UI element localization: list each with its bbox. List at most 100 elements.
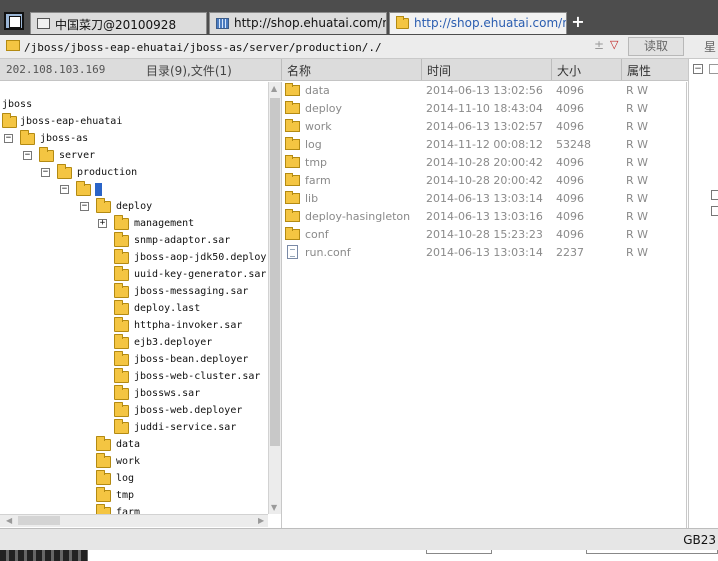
folder-icon <box>285 155 300 168</box>
scroll-up-icon[interactable]: ▲ <box>271 84 277 93</box>
folder-icon <box>114 232 129 247</box>
tree-node-label: juddi-service.sar <box>134 422 237 433</box>
directory-tree: jboss jboss-eap-ehuatai − jboss-as − ser… <box>0 82 282 528</box>
file-attr: R W <box>626 228 649 241</box>
column-divider[interactable] <box>421 59 422 80</box>
file-row[interactable]: lib 2014-06-13 13:03:14 4096 R W <box>282 190 682 208</box>
folder-icon <box>114 283 129 298</box>
taskbar-button[interactable] <box>586 550 718 554</box>
column-header-size[interactable]: 大小 <box>557 62 581 79</box>
tree-node-label: server <box>59 150 96 161</box>
file-size: 4096 <box>556 84 584 97</box>
tree-node-label: data <box>116 439 141 450</box>
folder-icon <box>114 266 129 281</box>
tree-node-label: tmp <box>116 490 135 501</box>
tree-node-label: jboss-bean.deployer <box>134 354 249 365</box>
folder-icon <box>114 334 129 349</box>
window-icon[interactable] <box>711 206 718 216</box>
folder-icon <box>76 181 91 196</box>
window-icon[interactable] <box>4 12 24 30</box>
file-time: 2014-11-12 00:08:12 <box>426 138 543 151</box>
column-header-name[interactable]: 名称 <box>287 62 311 79</box>
file-attr: R W <box>626 174 649 187</box>
file-row[interactable]: tmp 2014-10-28 20:00:42 4096 R W <box>282 154 682 172</box>
file-row[interactable]: log 2014-11-12 00:08:12 53248 R W <box>282 136 682 154</box>
tree-node-label: jboss-aop-jdk50.deploy <box>134 252 267 263</box>
column-divider[interactable] <box>551 59 552 80</box>
tree-horizontal-scroll-thumb[interactable] <box>18 516 60 525</box>
file-attr: R W <box>626 246 649 259</box>
file-time: 2014-10-28 20:00:42 <box>426 156 543 169</box>
folder-icon <box>96 470 111 485</box>
collapse-icon[interactable]: − <box>23 151 32 160</box>
tab-shop-folder[interactable]: http://shop.ehuatai.com/myn... <box>389 12 567 34</box>
file-size: 4096 <box>556 210 584 223</box>
tab-strip: 中国菜刀@20100928 http://shop.ehuatai.com/my… <box>0 0 718 35</box>
column-divider[interactable] <box>621 59 622 80</box>
close-icon[interactable] <box>711 190 718 200</box>
folder-icon <box>114 215 129 230</box>
file-attr: R W <box>626 138 649 151</box>
taskbar-strip <box>0 550 718 561</box>
file-icon <box>287 245 298 259</box>
tab-caidao[interactable]: 中国菜刀@20100928 <box>30 12 207 34</box>
file-row[interactable]: deploy 2014-11-10 18:43:04 4096 R W <box>282 100 682 118</box>
collapse-icon[interactable]: − <box>80 202 89 211</box>
file-row[interactable]: run.conf 2014-06-13 13:03:14 2237 R W <box>282 244 682 262</box>
collapse-icon[interactable]: − <box>60 185 69 194</box>
column-header-time[interactable]: 时间 <box>427 62 451 79</box>
taskbar-button[interactable] <box>426 550 492 554</box>
folder-icon <box>285 83 300 96</box>
side-panel: − <box>688 59 718 528</box>
tree-node-label: httpha-invoker.sar <box>134 320 243 331</box>
tree-node-label: production <box>77 167 138 178</box>
file-attr: R W <box>626 210 649 223</box>
file-time: 2014-06-13 13:02:56 <box>426 84 543 97</box>
folder-icon <box>396 16 409 29</box>
image-icon <box>216 18 229 29</box>
tab-shop-image[interactable]: http://shop.ehuatai.com/myn... <box>209 12 387 34</box>
folder-icon <box>114 351 129 366</box>
column-header-attr[interactable]: 属性 <box>627 62 651 79</box>
file-row[interactable]: farm 2014-10-28 20:00:42 4096 R W <box>282 172 682 190</box>
new-tab-button[interactable]: + <box>570 12 586 32</box>
page-icon <box>37 18 50 29</box>
tree-node-label: jboss-web.deployer <box>134 405 243 416</box>
file-row[interactable]: conf 2014-10-28 15:23:23 4096 R W <box>282 226 682 244</box>
file-row[interactable]: data 2014-06-13 13:02:56 4096 R W <box>282 82 682 100</box>
expand-icon[interactable]: + <box>98 219 107 228</box>
collapse-icon[interactable]: − <box>41 168 50 177</box>
address-bar: ± ▽ 读取 星 <box>0 35 718 59</box>
file-name: run.conf <box>305 246 351 259</box>
scroll-right-icon[interactable]: ▶ <box>258 516 264 525</box>
tree-node-label: deploy.last <box>134 303 201 314</box>
file-name: log <box>305 138 322 151</box>
tree-node-label: management <box>134 218 195 229</box>
checkbox-icon[interactable] <box>709 64 718 74</box>
chevron-down-icon[interactable]: ▽ <box>610 38 618 51</box>
file-size: 4096 <box>556 192 584 205</box>
file-row[interactable]: work 2014-06-13 13:02:57 4096 R W <box>282 118 682 136</box>
encoding-label[interactable]: GB23 <box>683 533 716 547</box>
file-size: 4096 <box>556 120 584 133</box>
file-attr: R W <box>626 120 649 133</box>
tab-label: 中国菜刀@20100928 <box>55 18 177 32</box>
collapse-icon[interactable]: − <box>693 64 703 74</box>
tree-node-label: snmp-adaptor.sar <box>134 235 231 246</box>
scroll-left-icon[interactable]: ◀ <box>6 516 12 525</box>
read-button[interactable]: 读取 <box>628 37 684 56</box>
tree-node-label: jboss-as <box>40 133 89 144</box>
collapse-icon[interactable]: − <box>4 134 13 143</box>
file-size: 2237 <box>556 246 584 259</box>
tree-node-label: jboss <box>2 99 33 110</box>
taskbar-thumbnail <box>0 550 88 561</box>
folder-icon <box>114 419 129 434</box>
file-name: deploy-hasingleton <box>305 210 411 223</box>
star-button[interactable]: 星 <box>704 38 716 55</box>
file-row[interactable]: deploy-hasingleton 2014-06-13 13:03:16 4… <box>282 208 682 226</box>
panel-header: 202.108.103.169 目录(9),文件(1) 名称 时间 大小 属性 <box>0 59 718 81</box>
path-input[interactable] <box>24 37 584 56</box>
tree-vertical-scroll-thumb[interactable] <box>270 98 280 446</box>
scroll-down-icon[interactable]: ▼ <box>271 503 277 512</box>
file-size: 4096 <box>556 174 584 187</box>
